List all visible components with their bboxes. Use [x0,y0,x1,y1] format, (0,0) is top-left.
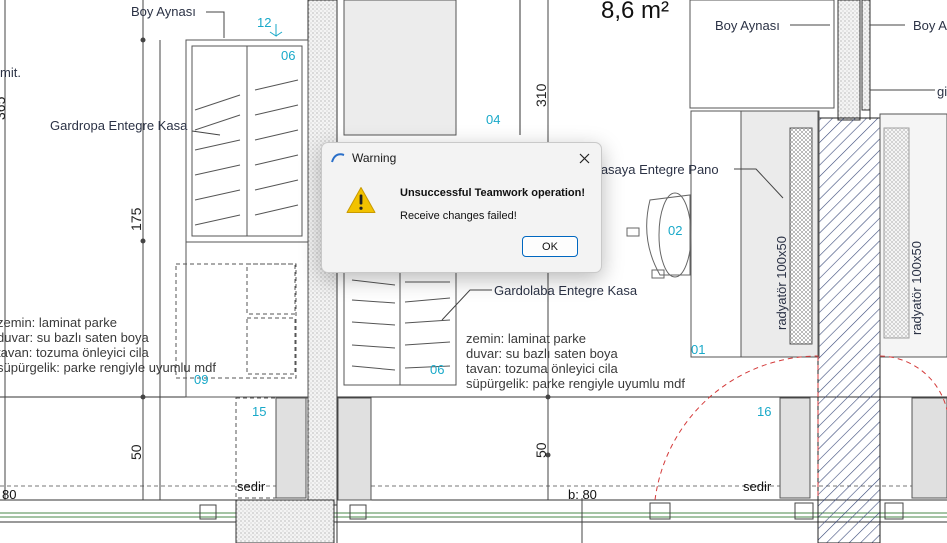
dialog-titlebar[interactable]: Warning [322,143,601,173]
label-radyator-2: radyatör 100x50 [909,241,924,335]
svg-text:duvar: su bazlı saten boya: duvar: su bazlı saten boya [0,330,150,345]
code-01: 01 [691,342,705,357]
svg-text:tavan: tozuma önleyici cila: tavan: tozuma önleyici cila [0,345,150,360]
code-16: 16 [757,404,771,419]
archicad-app-icon [331,153,345,163]
warning-triangle-icon [346,187,376,213]
svg-text:tavan: tozuma önleyici cila: tavan: tozuma önleyici cila [466,361,619,376]
svg-text:zemin: laminat parke: zemin: laminat parke [0,315,117,330]
label-cut-right: gi [937,84,947,99]
label-sedir-2: sedir [743,479,772,494]
insulated-wall-bottom [235,499,335,543]
svg-text:süpürgelik: parke rengiyle uyu: süpürgelik: parke rengiyle uyumlu mdf [0,360,216,375]
label-boy-aynasi-mid: Boy Aynası [715,18,780,33]
dim-175: 175 [128,207,144,231]
dim-50b: 50 [533,442,549,458]
code-12: 12 [257,15,271,30]
dim-50a: 50 [128,444,144,460]
code-02: 02 [668,223,682,238]
label-sedir-1: sedir [237,479,266,494]
code-06a: 06 [281,48,295,63]
label-gardolaba: Gardolaba Entegre Kasa [494,283,638,298]
label-area: 8,6 m² [601,0,669,24]
code-06b: 06 [430,362,444,377]
finishes-mid: zemin: laminat parke duvar: su bazlı sat… [466,331,685,391]
insulated-wall-right [837,0,861,121]
label-boy-aynasi-right: Boy A [913,18,947,33]
finishes-left: zemin: laminat parke duvar: su bazlı sat… [0,315,216,375]
warning-dialog: Warning Unsuccessful Teamwork operation!… [321,142,602,273]
dim-top-left: 365 [0,96,8,120]
svg-text:zemin: laminat parke: zemin: laminat parke [466,331,586,346]
label-masaya: Masaya Entegre Pano [590,162,719,177]
label-gardropa: Gardropa Entegre Kasa [50,118,188,133]
label-boy-aynasi-left: Boy Aynası [131,4,196,19]
hatched-column [817,117,881,543]
dialog-detail: Receive changes failed! [400,210,517,222]
dim-310: 310 [533,83,549,107]
code-04: 04 [486,112,500,127]
label-cut-left: mit. [0,65,21,80]
dialog-message: Unsuccessful Teamwork operation! [400,187,586,199]
close-icon [579,153,589,163]
svg-text:süpürgelik: parke rengiyle uyu: süpürgelik: parke rengiyle uyumlu mdf [466,376,685,391]
svg-text:duvar: su bazlı saten boya: duvar: su bazlı saten boya [466,346,619,361]
dialog-title: Warning [352,151,397,165]
label-radyator-1: radyatör 100x50 [774,236,789,330]
close-button[interactable] [571,146,597,170]
ok-button[interactable]: OK [522,236,578,257]
insulated-wall-right2 [861,0,871,111]
label-b80-left: 80 [2,487,16,502]
wardrobe-left [175,39,309,398]
code-15: 15 [252,404,266,419]
code-12-arrow [269,24,283,37]
